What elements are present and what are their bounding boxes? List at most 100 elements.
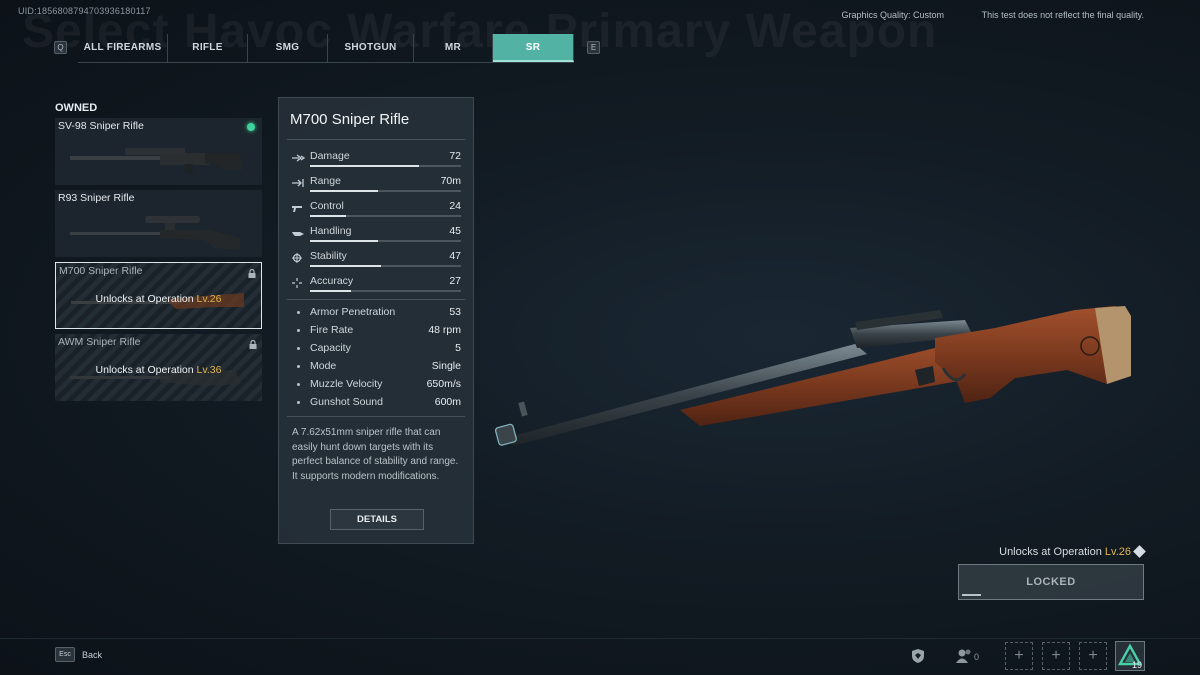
stat-bar [310,190,461,192]
weapon-description: A 7.62x51mm sniper rifle that can easily… [292,427,459,482]
player-avatar[interactable]: 19 [1115,641,1145,671]
tab-sr[interactable]: SR [493,34,574,62]
info-icon[interactable] [1133,545,1146,558]
r93-thumbnail [70,216,240,250]
attributes-divider [287,416,465,417]
stat-bar [310,265,461,267]
accuracy-icon [292,278,302,288]
stability-icon [292,253,302,263]
stat-bar-fill [310,190,378,192]
stat-accuracy: Accuracy 27 [291,275,461,297]
owned-section-label: OWNED [55,102,98,114]
stat-label: Range [310,175,341,187]
back-button[interactable]: Esc Back [55,647,102,662]
weapon-category-tabs: ALL FIREARMS RIFLE SMG SHOTGUN MR SR [78,34,574,62]
attr-armor-penetration: Armor Penetration 53 [291,306,461,324]
party-icon[interactable] [955,648,973,664]
stat-bar-fill [310,240,378,242]
bullet-icon [297,347,300,350]
weapon-card-sv98[interactable]: SV-98 Sniper Rifle [55,118,262,185]
sv98-thumbnail [70,148,243,174]
weapon-card-name: R93 Sniper Rifle [58,192,135,204]
title-divider [287,139,465,140]
party-slot-add-3[interactable]: + [1079,642,1107,670]
stat-label: Control [310,200,344,212]
stat-bar-fill [310,265,381,267]
bullet-icon [297,401,300,404]
stat-value: 24 [449,200,461,212]
damage-icon [292,154,305,162]
stat-label: Handling [310,225,352,237]
locked-button[interactable]: LOCKED [958,564,1144,600]
weapon-card-name: SV-98 Sniper Rifle [58,120,144,132]
stat-control: Control 24 [291,200,461,222]
party-slot-add-1[interactable]: + [1005,642,1033,670]
stat-bar [310,165,461,167]
weapon-card-name: AWM Sniper Rifle [58,336,141,348]
weapon-card-r93[interactable]: R93 Sniper Rifle [55,190,262,257]
attr-fire-rate: Fire Rate 48 rpm [291,324,461,342]
attr-value: 5 [455,342,461,354]
stats-divider [287,299,465,300]
stat-bar [310,290,461,292]
tab-rifle[interactable]: RIFLE [168,34,248,62]
unlock-requirement: Unlocks at Operation Lv.26 [95,293,222,305]
uid-label: UID:1856808794703936180117 [18,6,151,16]
attr-label: Fire Rate [310,324,354,336]
party-count: 0 [974,652,980,662]
stat-label: Damage [310,150,350,162]
attr-gunshot-sound: Gunshot Sound 600m [291,396,461,414]
attr-value: Single [431,360,461,372]
attr-label: Capacity [310,342,351,354]
back-label: Back [82,649,103,660]
prev-tab-key[interactable]: Q [54,41,67,54]
test-disclaimer: This test does not reflect the final qua… [981,10,1144,20]
esc-key: Esc [55,647,75,662]
attr-value: 48 rpm [428,324,461,336]
details-button[interactable]: DETAILS [330,509,424,530]
stat-range: Range 70m [291,175,461,197]
graphics-quality-label: Graphics Quality: Custom [841,10,944,20]
stat-value: 27 [449,275,461,287]
bullet-icon [297,383,300,386]
tab-mr[interactable]: MR [414,34,493,62]
footer-divider [0,638,1200,639]
attr-mode: Mode Single [291,360,461,378]
attr-value: 650m/s [426,378,461,390]
weapon-card-name: M700 Sniper Rifle [59,265,143,277]
bullet-icon [297,311,300,314]
stat-bar-fill [310,165,419,167]
attr-value: 53 [449,306,461,318]
stat-bar-fill [310,290,351,292]
stat-bar-fill [310,215,347,217]
stat-bar [310,215,461,217]
stat-label: Accuracy [310,275,354,287]
stat-value: 45 [449,225,461,237]
handling-icon [292,232,304,236]
stat-bar [310,240,461,242]
stat-value: 47 [449,250,461,262]
stat-label: Stability [310,250,347,262]
stat-damage: Damage 72 [291,150,461,172]
attr-capacity: Capacity 5 [291,342,461,360]
equipped-indicator-icon [247,123,255,131]
tab-smg[interactable]: SMG [248,34,328,62]
party-slot-add-2[interactable]: + [1042,642,1070,670]
tab-all-firearms[interactable]: ALL FIREARMS [78,34,168,62]
control-icon [292,206,302,212]
weapon-title: M700 Sniper Rifle [290,111,410,128]
attr-label: Gunshot Sound [310,396,383,408]
tab-shotgun[interactable]: SHOTGUN [328,34,414,62]
weapon-card-awm[interactable]: AWM Sniper Rifle Unlocks at Operation Lv… [55,334,262,401]
stat-stability: Stability 47 [291,250,461,272]
lock-icon [249,340,257,349]
attr-value: 600m [434,396,461,408]
next-tab-key[interactable]: E [587,41,600,54]
shield-icon[interactable] [910,648,926,664]
weapon-card-m700[interactable]: M700 Sniper Rifle Unlocks at Operation L… [55,262,262,329]
player-level: 19 [1131,660,1142,670]
unlock-requirement: Unlocks at Operation Lv.36 [95,364,222,376]
lock-icon [248,269,256,278]
bullet-icon [297,365,300,368]
bullet-icon [297,329,300,332]
